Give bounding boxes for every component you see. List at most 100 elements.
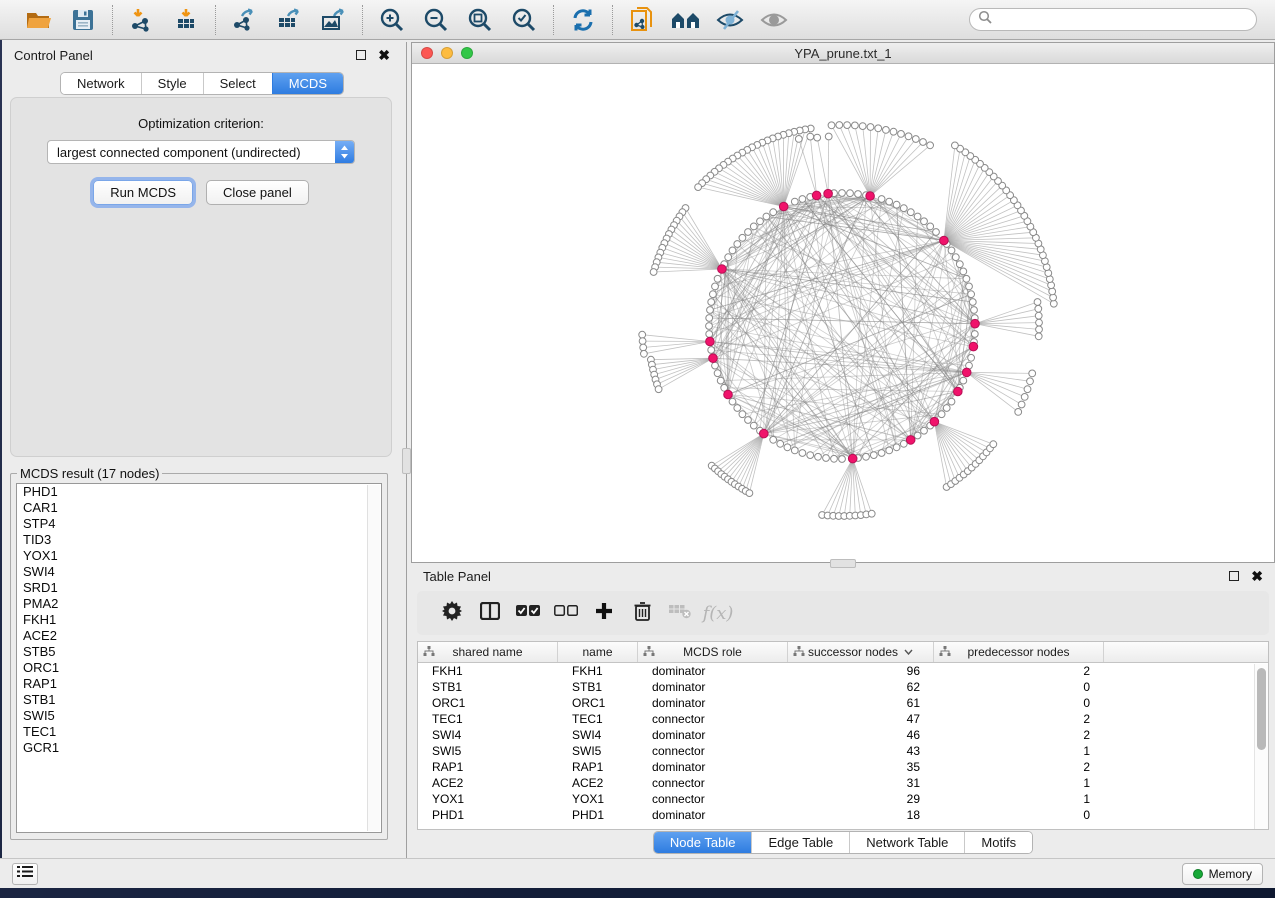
graph-mcds-hub-node[interactable] — [760, 429, 769, 438]
graph-leaf-node[interactable] — [905, 133, 912, 140]
table-row[interactable]: ORC1ORC1dominator610 — [418, 695, 1268, 711]
graph-leaf-node[interactable] — [1034, 299, 1041, 306]
mcds-result-item[interactable]: GCR1 — [17, 740, 381, 756]
zoom-in-button[interactable] — [377, 5, 407, 35]
graph-leaf-node[interactable] — [883, 127, 890, 134]
column-header-shared-name[interactable]: shared name — [418, 642, 558, 662]
graph-node[interactable] — [708, 299, 715, 306]
graph-leaf-node[interactable] — [852, 122, 859, 129]
graph-leaf-node[interactable] — [1035, 312, 1042, 319]
add-column-button[interactable] — [585, 595, 623, 631]
mcds-result-item[interactable]: TEC1 — [17, 724, 381, 740]
graph-node[interactable] — [799, 196, 806, 203]
show-panels-button[interactable] — [12, 863, 38, 885]
graph-node[interactable] — [815, 453, 822, 460]
network-window-titlebar[interactable]: YPA_prune.txt_1 — [412, 43, 1274, 64]
graph-leaf-node[interactable] — [641, 350, 648, 357]
graph-node[interactable] — [739, 411, 746, 418]
graph-mcds-hub-node[interactable] — [812, 191, 821, 200]
graph-leaf-node[interactable] — [1049, 288, 1056, 295]
mcds-result-item[interactable]: RAP1 — [17, 676, 381, 692]
mcds-result-list[interactable]: PHD1CAR1STP4TID3YOX1SWI4SRD1PMA2FKH1ACE2… — [16, 483, 382, 833]
graph-leaf-node[interactable] — [814, 134, 821, 141]
graph-leaf-node[interactable] — [807, 133, 814, 140]
mcds-result-item[interactable]: FKH1 — [17, 612, 381, 628]
graph-node[interactable] — [968, 291, 975, 298]
graph-leaf-node[interactable] — [875, 125, 882, 132]
graph-node[interactable] — [948, 247, 955, 254]
graph-leaf-node[interactable] — [859, 123, 866, 130]
graph-leaf-node[interactable] — [867, 124, 874, 131]
graph-mcds-hub-node[interactable] — [971, 319, 980, 328]
mcds-result-item[interactable]: SWI4 — [17, 564, 381, 580]
graph-node[interactable] — [966, 283, 973, 290]
float-panel-icon[interactable] — [356, 50, 366, 60]
table-row[interactable]: SWI5SWI5connector431 — [418, 743, 1268, 759]
table-row[interactable]: FKH1FKH1dominator962 — [418, 663, 1268, 679]
graph-leaf-node[interactable] — [927, 142, 934, 149]
open-file-button[interactable] — [24, 5, 54, 35]
graph-node[interactable] — [952, 254, 959, 261]
column-header-predecessor-nodes[interactable]: predecessor nodes — [934, 642, 1104, 662]
graph-leaf-node[interactable] — [990, 441, 997, 448]
graph-node[interactable] — [971, 307, 978, 314]
graph-node[interactable] — [717, 377, 724, 384]
show-all-button[interactable] — [759, 5, 789, 35]
graph-leaf-node[interactable] — [825, 133, 832, 140]
graph-node[interactable] — [914, 432, 921, 439]
graph-leaf-node[interactable] — [1024, 386, 1031, 393]
table-row[interactable]: RAP1RAP1dominator352 — [418, 759, 1268, 775]
vertical-splitter[interactable] — [402, 42, 411, 858]
graph-node[interactable] — [745, 417, 752, 424]
graph-leaf-node[interactable] — [1029, 370, 1036, 377]
graph-node[interactable] — [963, 275, 970, 282]
graph-node[interactable] — [807, 452, 814, 459]
mcds-list-scrollbar[interactable] — [367, 485, 380, 831]
graph-leaf-node[interactable] — [1035, 333, 1042, 340]
graph-node[interactable] — [839, 456, 846, 463]
mcds-result-item[interactable]: CAR1 — [17, 500, 381, 516]
table-row[interactable]: TEC1TEC1connector472 — [418, 711, 1268, 727]
tab-network-table[interactable]: Network Table — [849, 832, 964, 853]
table-scrollbar-thumb[interactable] — [1257, 668, 1266, 750]
graph-leaf-node[interactable] — [639, 331, 646, 338]
tab-style[interactable]: Style — [141, 73, 203, 94]
graph-node[interactable] — [714, 275, 721, 282]
graph-leaf-node[interactable] — [912, 136, 919, 143]
graph-leaf-node[interactable] — [1015, 409, 1022, 416]
column-header-name[interactable]: name — [558, 642, 638, 662]
export-image-button[interactable] — [318, 5, 348, 35]
graph-node[interactable] — [839, 190, 846, 197]
graph-node[interactable] — [886, 447, 893, 454]
graph-node[interactable] — [770, 436, 777, 443]
column-header-successor-nodes[interactable]: successor nodes — [788, 642, 934, 662]
graph-mcds-hub-node[interactable] — [709, 354, 718, 363]
mcds-result-item[interactable]: SWI5 — [17, 708, 381, 724]
close-panel-button[interactable]: Close panel — [206, 180, 309, 205]
mcds-result-item[interactable]: STP4 — [17, 516, 381, 532]
mcds-result-item[interactable]: ORC1 — [17, 660, 381, 676]
table-scrollbar[interactable] — [1254, 664, 1268, 829]
graph-mcds-hub-node[interactable] — [724, 390, 733, 399]
graph-node[interactable] — [734, 241, 741, 248]
table-row[interactable]: STB1STB1dominator620 — [418, 679, 1268, 695]
network-canvas[interactable] — [412, 64, 1274, 562]
graph-mcds-hub-node[interactable] — [706, 337, 715, 346]
graph-node[interactable] — [855, 191, 862, 198]
graph-node[interactable] — [739, 234, 746, 241]
search-input[interactable] — [992, 13, 1248, 27]
graph-node[interactable] — [927, 223, 934, 230]
graph-leaf-node[interactable] — [898, 131, 905, 138]
mcds-result-item[interactable]: STB1 — [17, 692, 381, 708]
graph-node[interactable] — [763, 213, 770, 220]
graph-node[interactable] — [712, 362, 719, 369]
tab-select[interactable]: Select — [203, 73, 272, 94]
graph-node[interactable] — [757, 218, 764, 225]
mcds-result-item[interactable]: YOX1 — [17, 548, 381, 564]
graph-node[interactable] — [847, 190, 854, 197]
first-neighbors-button[interactable] — [671, 5, 701, 35]
graph-node[interactable] — [863, 453, 870, 460]
graph-node[interactable] — [714, 370, 721, 377]
deselect-all-columns-button[interactable] — [547, 595, 585, 631]
graph-node[interactable] — [831, 455, 838, 462]
